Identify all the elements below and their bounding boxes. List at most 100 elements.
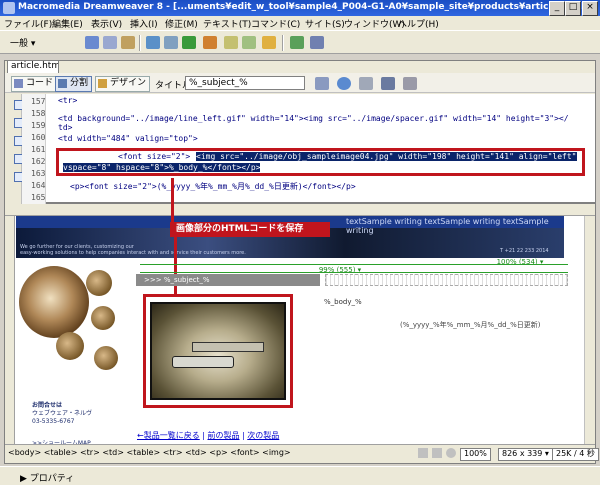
contact-title: お問合せは [32,402,63,409]
design-view-label: デザイン [110,78,147,88]
zoom-select[interactable]: 100% [460,448,491,461]
decor-circle [86,270,112,296]
layer-icon[interactable] [164,36,178,49]
code-view-icon [14,79,23,88]
coding-toolbar [5,94,25,204]
table-icon[interactable] [146,36,160,49]
design-view-icon [98,79,107,88]
banner-strip-text: textSample writing textSample writing te… [346,217,549,235]
select-tool-icon[interactable] [418,448,428,458]
visual-aids-icon[interactable] [403,77,417,90]
decor-circle [56,332,84,360]
window-title-bar: Macromedia Dreamweaver 8 - [...uments¥ed… [0,0,600,16]
code-line: <td background="../image/line_left.gif" … [58,114,569,123]
decor-circle [91,306,115,330]
template-icon[interactable] [290,36,304,49]
insert-category-select[interactable]: 一般 ▾ [10,36,35,49]
code-line: <td width="484" valign="top"> [58,134,198,143]
line-number: 165 [31,193,46,202]
table-width-line [140,272,568,273]
menu-modify[interactable]: 修正(M) [165,17,198,30]
zoom-tool-icon[interactable] [446,448,456,458]
refresh-icon[interactable] [359,77,373,90]
split-view-label: 分割 [70,78,89,88]
contact-box: お問合せは ウェブウェア・ネルヴ 03-5335-6767 [32,402,116,432]
horizontal-ruler [5,206,595,216]
insert-toolbar: 一般 ▾ [0,30,600,54]
callout-connector-top [171,178,174,222]
menu-help[interactable]: ヘルプ(H) [398,17,439,30]
file-management-icon[interactable] [315,77,329,90]
decor-circle [94,346,118,370]
properties-panel[interactable]: ▶ プロパティ [0,466,600,485]
vertical-scrollbar[interactable] [584,216,595,444]
menu-site[interactable]: サイト(S) [305,17,345,30]
menu-commands[interactable]: コマンド(C) [251,17,300,30]
image-icon[interactable] [182,36,196,49]
minimize-button[interactable]: _ [549,1,565,16]
line-number: 158 [31,109,46,118]
design-view-button[interactable]: デザイン [95,76,151,92]
view-options-icon[interactable] [381,77,395,90]
line-number: 164 [31,181,46,190]
menu-window[interactable]: ウィンドウ(W) [344,17,405,30]
properties-panel-title[interactable]: ▶ プロパティ [20,471,74,484]
window-title: Macromedia Dreamweaver 8 - [...uments¥ed… [18,2,594,12]
tag-chooser-icon[interactable] [310,36,324,49]
callout-label: 画像部分のHTMLコードを保存 [170,222,330,237]
split-view-button[interactable]: 分割 [55,76,93,92]
comment-icon[interactable] [242,36,256,49]
left-column: お問合せは ウェブウェア・ネルヴ 03-5335-6767 >>ショールームMA… [16,260,134,447]
prev-product-link[interactable]: 前の製品 [207,431,239,440]
line-number: 162 [31,157,46,166]
menu-view[interactable]: 表示(V) [91,17,122,30]
back-to-list-link[interactable]: ←製品一覧に戻る [137,431,200,440]
update-date: (%_yyyy_%年%_mm_%月%_dd_%日更新) [400,321,541,329]
line-number: 157 [31,97,46,106]
device-part [192,342,264,352]
product-nav: ←製品一覧に戻る | 前の製品 | 次の製品 [137,431,280,440]
document-tab[interactable]: article.html* [7,60,59,73]
code-highlight-box [56,148,585,176]
date-icon[interactable] [224,36,238,49]
line-number: 159 [31,121,46,130]
page-title-input[interactable]: %_subject_% [185,76,305,90]
menu-insert[interactable]: 挿入(I) [130,17,158,30]
subject-bar: >>> %_subject_% [136,274,320,286]
preview-browser-icon[interactable] [337,77,351,90]
hyperlink-icon[interactable] [85,36,99,49]
code-line: <p><font size="2">(%_yyyy_%年%_mm_%月%_dd_… [70,182,356,191]
named-anchor-icon[interactable] [121,36,135,49]
code-view-label: コード [26,78,54,88]
body-placeholder: %_body_% [324,298,362,306]
table-width-line [140,264,568,265]
code-line: <tr> [58,96,78,105]
vertical-ruler [5,216,15,444]
hand-tool-icon[interactable] [432,448,442,458]
code-line: td> [58,123,73,132]
download-size: 25K / 4 秒 [552,448,599,461]
media-icon[interactable] [203,36,217,49]
tag-selector[interactable]: <body> <table> <tr> <td> <table> <tr> <t… [8,448,318,457]
document-toolbar: コード 分割 デザイン タイトル : %_subject_% [5,73,595,93]
next-product-link[interactable]: 次の製品 [247,431,279,440]
contact-company: ウェブウェア・ネルヴ [32,410,93,417]
menu-file[interactable]: ファイル(F) [4,17,52,30]
line-number: 160 [31,133,46,142]
swirl-photo [19,266,89,338]
maximize-button[interactable]: □ [565,1,581,16]
menu-edit[interactable]: 編集(E) [52,17,83,30]
head-icon[interactable] [262,36,276,49]
banner-body-text: We go further for our clients, customizi… [20,244,246,256]
menu-text[interactable]: テキスト(T) [203,17,251,30]
line-numbers: 157 158 159 160 161 162 163 164 165 [22,94,46,204]
line-number: 161 [31,145,46,154]
close-button[interactable]: × [582,1,598,16]
subject-bar-spacer [325,274,568,286]
code-view-button[interactable]: コード [11,76,58,92]
window-size-select[interactable]: 826 x 339 ▾ [498,448,553,461]
line-number: 163 [31,169,46,178]
device-part [172,356,234,368]
product-image[interactable] [150,302,286,400]
email-link-icon[interactable] [103,36,117,49]
